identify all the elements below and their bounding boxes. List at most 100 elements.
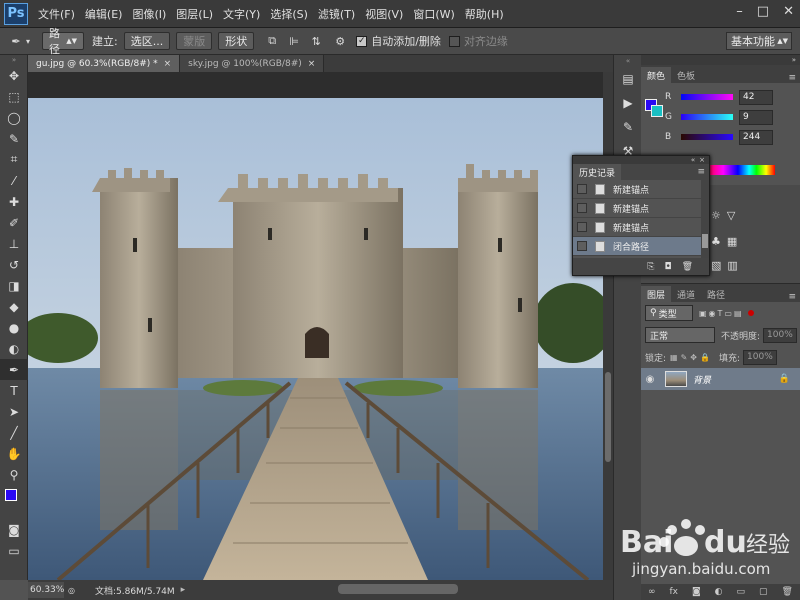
tab-swatches[interactable]: 色板 <box>671 67 701 83</box>
opacity-input[interactable]: 100% <box>763 327 798 343</box>
auto-add-delete-checkbox[interactable]: ✓ <box>356 35 368 47</box>
scroll-thumb[interactable] <box>605 372 611 462</box>
close-panel-icon[interactable]: × <box>699 156 705 164</box>
green-slider[interactable] <box>681 114 733 120</box>
tab-paths[interactable]: 路径 <box>701 286 731 302</box>
fill-input[interactable]: 100% <box>743 349 778 365</box>
quick-select-tool-icon[interactable]: ✎ <box>0 128 28 149</box>
new-group-icon[interactable]: ▭ <box>737 587 746 597</box>
history-snapshot-checkbox[interactable] <box>577 184 587 194</box>
canvas-area[interactable] <box>28 72 603 580</box>
eraser-tool-icon[interactable]: ◨ <box>0 275 28 296</box>
channel-mixer-icon[interactable]: ▦ <box>727 235 737 248</box>
trash-icon[interactable]: 🗑 <box>682 262 693 272</box>
red-value-input[interactable]: 42 <box>739 89 773 105</box>
adjustment-layer-icon[interactable]: ◐ <box>715 587 723 597</box>
menu-file[interactable]: 文件(F) <box>38 6 75 22</box>
shape-button[interactable]: 形状 <box>218 32 255 50</box>
layer-filter-select[interactable]: ⚲ 类型 <box>645 305 693 321</box>
history-item-selected[interactable]: 闭合路径 <box>573 237 709 256</box>
tab-layers[interactable]: 图层 <box>641 286 672 302</box>
blue-value-input[interactable]: 244 <box>739 129 773 145</box>
lasso-tool-icon[interactable]: ◯ <box>0 107 28 128</box>
history-snapshot-checkbox[interactable] <box>577 203 587 213</box>
filter-toggle-icon[interactable] <box>747 310 754 316</box>
panel-menu-icon[interactable]: ≡ <box>697 164 705 180</box>
brush-panel-icon[interactable]: ✎ <box>614 115 642 139</box>
history-snapshot-checkbox[interactable] <box>577 241 587 251</box>
blend-mode-select[interactable]: 正常 <box>645 327 715 343</box>
curves-icon[interactable]: ☼ <box>711 209 721 222</box>
tool-preset-chevron-icon[interactable]: ▾ <box>24 33 32 49</box>
align-edges-checkbox[interactable] <box>448 35 460 47</box>
new-document-from-state-icon[interactable]: ⎘ <box>647 262 654 272</box>
red-slider[interactable] <box>681 94 733 100</box>
menu-window[interactable]: 窗口(W) <box>413 6 454 22</box>
path-arrangement-icon[interactable]: ⇅ <box>308 33 324 49</box>
blur-tool-icon[interactable]: ● <box>0 317 28 338</box>
panel-menu-icon[interactable]: ≡ <box>788 292 796 302</box>
add-mask-icon[interactable]: ◙ <box>692 587 701 597</box>
tab-channels[interactable]: 通道 <box>671 286 701 302</box>
posterize-icon[interactable]: ▧ <box>711 259 721 272</box>
path-alignment-icon[interactable]: ⊫ <box>286 33 302 49</box>
horizontal-scroll-thumb[interactable] <box>338 584 458 594</box>
pen-tool-icon[interactable]: ✒ <box>8 33 24 49</box>
camera-icon[interactable]: ◘ <box>664 262 671 272</box>
gradient-map-icon[interactable]: ▥ <box>727 259 737 272</box>
lock-icons[interactable]: ▦✎✥🔒 <box>670 353 713 362</box>
doc-tab-gu[interactable]: gu.jpg @ 60.3%(RGB/8#) * × <box>28 55 181 72</box>
workspace-select[interactable]: 基本功能 ▲▼ <box>726 32 792 50</box>
paint-bucket-tool-icon[interactable]: ◆ <box>0 296 28 317</box>
new-layer-icon[interactable]: ▢ <box>759 587 768 597</box>
selection-button[interactable]: 选区... <box>123 32 171 50</box>
zoom-level[interactable]: 60.33% <box>28 582 64 598</box>
menu-type[interactable]: 文字(Y) <box>223 6 260 22</box>
menu-edit[interactable]: 编辑(E) <box>85 6 123 22</box>
history-panel-icon[interactable]: ▤ <box>614 67 642 91</box>
tab-color[interactable]: 颜色 <box>641 67 672 83</box>
menu-select[interactable]: 选择(S) <box>270 6 308 22</box>
close-tab-icon[interactable]: × <box>308 59 316 69</box>
menu-view[interactable]: 视图(V) <box>365 6 403 22</box>
menu-help[interactable]: 帮助(H) <box>465 6 504 22</box>
collapse-icon[interactable]: » <box>0 55 28 65</box>
eyedropper-tool-icon[interactable]: ⁄ <box>0 170 28 191</box>
trash-icon[interactable]: 🗑 <box>782 587 793 597</box>
zoom-tool-icon[interactable]: ⚲ <box>0 464 28 485</box>
status-menu-arrow-icon[interactable]: ▸ <box>181 585 186 595</box>
menu-image[interactable]: 图像(I) <box>132 6 166 22</box>
panel-menu-icon[interactable]: ≡ <box>788 73 796 83</box>
marquee-tool-icon[interactable]: ⬚ <box>0 86 28 107</box>
tab-history[interactable]: 历史记录 <box>573 164 622 180</box>
maximize-button[interactable]: □ <box>757 4 769 19</box>
move-tool-icon[interactable]: ✥ <box>0 65 28 86</box>
color-swatches[interactable] <box>0 485 28 519</box>
mask-button[interactable]: 蒙版 <box>176 32 213 50</box>
link-layers-icon[interactable]: ∞ <box>648 587 656 597</box>
history-scrollbar[interactable] <box>701 180 709 258</box>
foreground-color-swatch[interactable] <box>5 489 17 501</box>
minimize-button[interactable]: – <box>736 4 743 19</box>
gear-icon[interactable]: ⚙ <box>332 33 348 49</box>
close-tab-icon[interactable]: × <box>164 59 172 69</box>
dodge-tool-icon[interactable]: ◐ <box>0 338 28 359</box>
collapse-panels-icon[interactable]: » <box>792 56 796 64</box>
color-balance-icon[interactable]: ♣ <box>711 235 721 248</box>
history-item[interactable]: 新建锚点 <box>573 218 709 237</box>
castle-image[interactable] <box>28 98 603 580</box>
close-button[interactable]: ✕ <box>783 4 794 19</box>
levels-icon[interactable]: ▽ <box>727 209 735 222</box>
vertical-scrollbar[interactable] <box>603 72 613 580</box>
brush-tool-icon[interactable]: ✐ <box>0 212 28 233</box>
scroll-thumb[interactable] <box>702 234 708 248</box>
history-item[interactable]: 新建锚点 <box>573 199 709 218</box>
screen-mode-icon[interactable]: ▭ <box>0 540 28 561</box>
doc-tab-sky[interactable]: sky.jpg @ 100%(RGB/8#) × <box>180 55 325 72</box>
collapse-icon[interactable]: « <box>614 55 642 67</box>
path-selection-tool-icon[interactable]: ➤ <box>0 401 28 422</box>
actions-panel-icon[interactable]: ▶ <box>614 91 642 115</box>
tool-mode-select[interactable]: 路径 ▲▼ <box>42 27 84 56</box>
clone-stamp-tool-icon[interactable]: ⊥ <box>0 233 28 254</box>
history-snapshot-checkbox[interactable] <box>577 222 587 232</box>
